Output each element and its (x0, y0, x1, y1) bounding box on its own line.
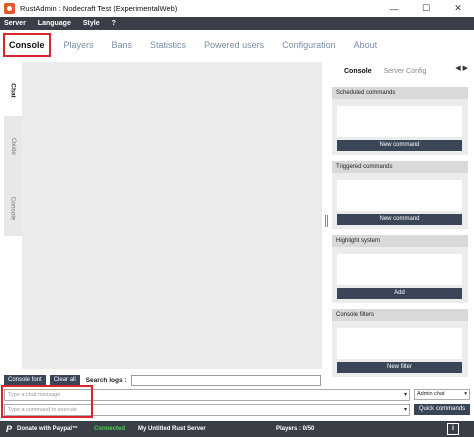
menu-style[interactable]: Style (83, 20, 100, 27)
close-button[interactable]: ✕ (442, 0, 474, 17)
side-tabs: Chat Oxide Console (4, 64, 22, 236)
chevron-down-icon[interactable]: ▾ (404, 405, 407, 415)
panel-highlight-system: Highlight system Add (332, 235, 468, 303)
tab-scroll-arrows-icon[interactable]: ◀ ▶ (455, 64, 468, 72)
panel-triggered-commands: Triggered commands New command (332, 161, 468, 229)
chat-mode-value: Admin chat (417, 391, 445, 397)
tab-bans[interactable]: Bans (112, 40, 133, 50)
tab-statistics[interactable]: Statistics (150, 40, 186, 50)
menu-server[interactable]: Server (4, 20, 26, 27)
player-count: Players : 0/50 (276, 426, 315, 432)
minimize-button[interactable]: — (378, 0, 410, 17)
side-tab-chat-label: Chat (9, 82, 17, 98)
chat-log[interactable] (22, 62, 322, 369)
console-font-button[interactable]: Console font (4, 374, 46, 386)
search-logs-label: Search logs : (85, 376, 127, 384)
highlight-list[interactable] (337, 254, 462, 285)
panel-title: Console filters (332, 309, 468, 321)
connection-status: Connected (94, 426, 126, 432)
new-filter-button[interactable]: New filter (337, 362, 462, 373)
quick-commands-button[interactable]: Quick commands (414, 404, 470, 415)
menu-bar: Server Language Style ? (0, 17, 474, 30)
panel-console-filters: Console filters New filter (332, 309, 468, 377)
side-tab-console[interactable]: Console (4, 182, 22, 234)
side-tab-oxide-label: Oxide (9, 137, 17, 155)
clear-all-button[interactable]: Clear all (49, 374, 80, 386)
new-triggered-command-button[interactable]: New command (337, 214, 462, 225)
tab-about[interactable]: About (354, 40, 378, 50)
side-tab-console-label: Console (9, 196, 17, 220)
side-tab-chat[interactable]: Chat (4, 64, 22, 116)
chevron-down-icon[interactable]: ▾ (404, 390, 407, 400)
search-logs-input[interactable] (130, 374, 321, 386)
new-scheduled-command-button[interactable]: New command (337, 140, 462, 151)
tab-configuration[interactable]: Configuration (282, 40, 336, 50)
right-tab-console[interactable]: Console (344, 68, 372, 75)
panel-scheduled-commands: Scheduled commands New command (332, 87, 468, 155)
tab-console[interactable]: Console (3, 33, 51, 57)
menu-help[interactable]: ? (112, 20, 116, 27)
tab-players[interactable]: Players (64, 40, 94, 50)
panel-splitter[interactable] (325, 215, 328, 227)
panel-title: Scheduled commands (332, 87, 468, 99)
add-highlight-button[interactable]: Add (337, 288, 462, 299)
status-bar: P Donate with Paypal™ Connected My Untit… (0, 421, 474, 437)
paypal-icon[interactable]: P (6, 424, 12, 434)
tab-powered-users[interactable]: Powered users (204, 40, 264, 50)
panel-title: Triggered commands (332, 161, 468, 173)
info-button[interactable]: i (447, 423, 459, 435)
maximize-button[interactable]: ☐ (410, 0, 442, 17)
panel-title: Highlight system (332, 235, 468, 247)
rustadmin-logo-icon (4, 3, 15, 14)
highlight-outline (1, 385, 93, 418)
right-tab-server-config[interactable]: Server Config (384, 68, 427, 75)
server-name: My Untitled Rust Server (138, 426, 206, 432)
main-tabs: Console Players Bans Statistics Powered … (0, 31, 474, 59)
console-filters-list[interactable] (337, 328, 462, 359)
triggered-commands-list[interactable] (337, 180, 462, 211)
title-bar: RustAdmin : Nodecraft Test (Experimental… (0, 0, 474, 17)
scheduled-commands-list[interactable] (337, 106, 462, 137)
menu-language[interactable]: Language (38, 20, 71, 27)
chat-mode-select[interactable]: Admin chat ▾ (414, 389, 470, 400)
donate-link[interactable]: Donate with Paypal™ (17, 426, 78, 432)
chevron-down-icon: ▾ (464, 391, 467, 397)
right-tabs: Console Server Config ◀ ▶ (332, 64, 468, 78)
side-tab-oxide[interactable]: Oxide (4, 120, 22, 172)
window-title: RustAdmin : Nodecraft Test (Experimental… (20, 4, 178, 13)
